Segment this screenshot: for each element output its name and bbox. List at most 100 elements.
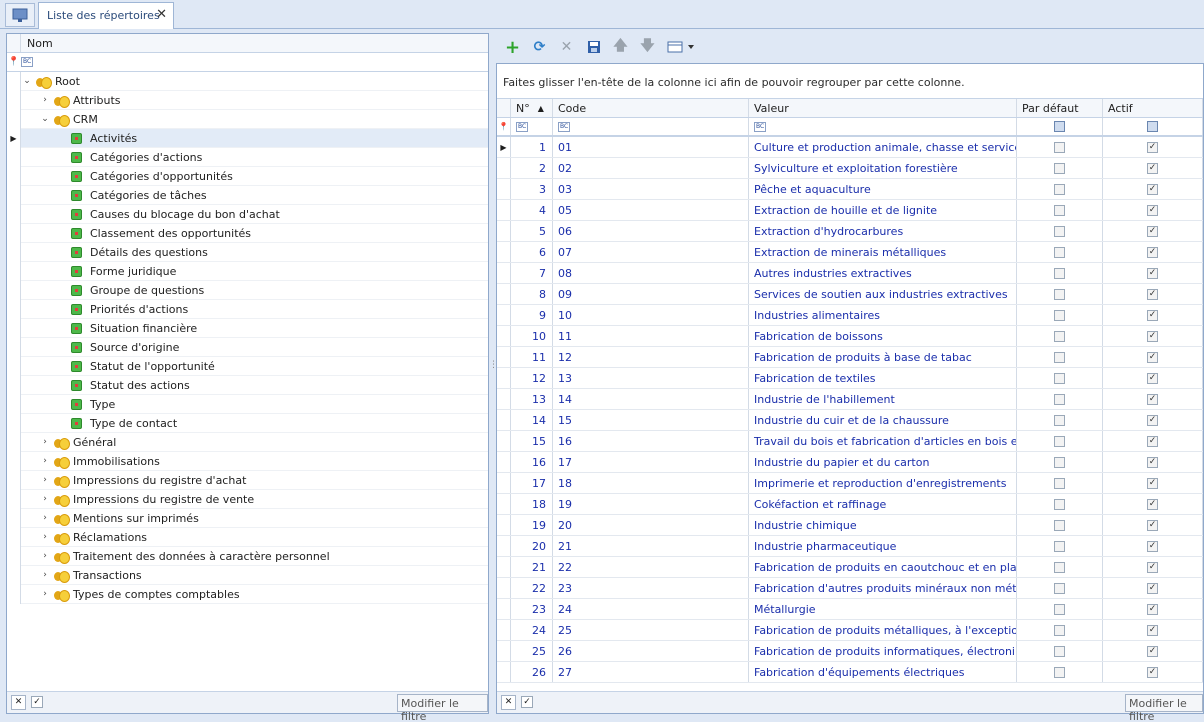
cell-code[interactable]: 22 [553,557,749,577]
par-defaut-checkbox[interactable] [1054,414,1065,426]
chevron-right-icon[interactable]: › [39,437,51,447]
chevron-right-icon[interactable]: › [39,532,51,542]
table-row[interactable]: 22 23 Fabrication d'autres produits minéra… [497,578,1203,599]
par-defaut-checkbox[interactable] [1054,540,1065,552]
cell-numero[interactable]: 1 [511,137,553,157]
column-header-numero[interactable]: N° ▲ [511,99,553,117]
cell-valeur[interactable]: Services de soutien aux industries extra… [749,284,1017,304]
cell-actif[interactable]: ✓ [1103,263,1203,283]
cell-actif[interactable]: ✓ [1103,221,1203,241]
modify-filter-button[interactable]: Modifier le filtre [397,694,488,722]
cell-numero[interactable]: 12 [511,368,553,388]
tree-node[interactable]: Classement des opportunités [7,224,488,243]
tree-node[interactable]: Groupe de questions [7,281,488,300]
tree-node[interactable]: › Mentions sur imprimés [7,509,488,528]
cell-valeur[interactable]: Fabrication de produits en caoutchouc et… [749,557,1017,577]
cell-code[interactable]: 06 [553,221,749,241]
cell-numero[interactable]: 25 [511,641,553,661]
cell-code[interactable]: 07 [553,242,749,262]
cell-code[interactable]: 14 [553,389,749,409]
cell-actif[interactable]: ✓ [1103,326,1203,346]
cell-code[interactable]: 08 [553,263,749,283]
tree-node[interactable]: ▶ Activités [7,129,488,148]
close-icon[interactable]: ✕ [156,7,167,22]
actif-checkbox[interactable]: ✓ [1147,162,1158,174]
cell-valeur[interactable]: Autres industries extractives [749,263,1017,283]
table-row[interactable]: 3 03 Pêche et aquaculture ✓ [497,179,1203,200]
cell-code[interactable]: 23 [553,578,749,598]
cell-par-defaut[interactable] [1017,326,1103,346]
cell-valeur[interactable]: Fabrication de boissons [749,326,1017,346]
tree-node[interactable]: Situation financière [7,319,488,338]
cell-numero[interactable]: 2 [511,158,553,178]
tree-node[interactable]: › Impressions du registre de vente [7,490,488,509]
delete-icon[interactable]: ✕ [558,39,575,56]
table-row[interactable]: 21 22 Fabrication de produits en caoutchou… [497,557,1203,578]
table-row[interactable]: 2 02 Sylviculture et exploitation forestiè… [497,158,1203,179]
cell-par-defaut[interactable] [1017,137,1103,157]
cell-code[interactable]: 15 [553,410,749,430]
cell-code[interactable]: 19 [553,494,749,514]
par-defaut-checkbox[interactable] [1054,225,1065,237]
table-row[interactable]: 8 09 Services de soutien aux industries ex… [497,284,1203,305]
table-row[interactable]: 14 15 Industrie du cuir et de la chaussure… [497,410,1203,431]
tree-node[interactable]: Statut des actions [7,376,488,395]
chevron-right-icon[interactable]: › [39,494,51,504]
chevron-right-icon[interactable]: › [39,551,51,561]
cell-code[interactable]: 25 [553,620,749,640]
tree-node[interactable]: › Traitement des données à caractère pers… [7,547,488,566]
tree-node[interactable]: Statut de l'opportunité [7,357,488,376]
cell-actif[interactable]: ✓ [1103,494,1203,514]
tree-column-name[interactable]: Nom [21,34,53,52]
cell-actif[interactable]: ✓ [1103,242,1203,262]
table-row[interactable]: 19 20 Industrie chimique ✓ [497,515,1203,536]
cell-code[interactable]: 26 [553,641,749,661]
chevron-right-icon[interactable]: › [39,513,51,523]
tab-liste-des-repertoires[interactable]: Liste des répertoires ✕ [38,2,174,29]
filter-actif[interactable] [1103,118,1203,135]
actif-checkbox[interactable]: ✓ [1147,603,1158,615]
splitter-handle[interactable]: ⋮ [489,360,498,370]
tree-node[interactable]: › Réclamations [7,528,488,547]
par-defaut-checkbox[interactable] [1054,456,1065,468]
tree-node[interactable]: Type [7,395,488,414]
cell-valeur[interactable]: Fabrication de produits à base de tabac [749,347,1017,367]
cell-actif[interactable]: ✓ [1103,305,1203,325]
cell-numero[interactable]: 19 [511,515,553,535]
cell-par-defaut[interactable] [1017,431,1103,451]
actif-checkbox[interactable]: ✓ [1147,561,1158,573]
cell-code[interactable]: 17 [553,452,749,472]
actif-checkbox[interactable]: ✓ [1147,309,1158,321]
par-defaut-checkbox[interactable] [1054,435,1065,447]
cell-par-defaut[interactable] [1017,158,1103,178]
cell-numero[interactable]: 26 [511,662,553,682]
actif-checkbox[interactable]: ✓ [1147,204,1158,216]
cell-valeur[interactable]: Fabrication de produits métalliques, à l… [749,620,1017,640]
tree-node[interactable]: Forme juridique [7,262,488,281]
cell-code[interactable]: 05 [553,200,749,220]
cell-actif[interactable]: ✓ [1103,158,1203,178]
cell-actif[interactable]: ✓ [1103,389,1203,409]
cell-actif[interactable]: ✓ [1103,578,1203,598]
table-row[interactable]: 26 27 Fabrication d'équipements électrique… [497,662,1203,683]
table-row[interactable]: 9 10 Industries alimentaires ✓ [497,305,1203,326]
par-defaut-checkbox[interactable] [1054,267,1065,279]
cell-code[interactable]: 03 [553,179,749,199]
cell-par-defaut[interactable] [1017,452,1103,472]
table-row[interactable]: 23 24 Métallurgie ✓ [497,599,1203,620]
cell-code[interactable]: 24 [553,599,749,619]
table-row[interactable]: 20 21 Industrie pharmaceutique ✓ [497,536,1203,557]
screen-icon[interactable] [5,3,35,27]
table-row[interactable]: ▶ 1 01 Culture et production animale, chass… [497,137,1203,158]
cell-code[interactable]: 11 [553,326,749,346]
actif-checkbox[interactable]: ✓ [1147,624,1158,636]
chevron-right-icon[interactable]: › [39,95,51,105]
cell-valeur[interactable]: Industries alimentaires [749,305,1017,325]
cell-numero[interactable]: 8 [511,284,553,304]
cell-actif[interactable]: ✓ [1103,557,1203,577]
actif-checkbox[interactable]: ✓ [1147,540,1158,552]
table-row[interactable]: 13 14 Industrie de l'habillement ✓ [497,389,1203,410]
view-options-icon[interactable] [666,39,696,56]
cell-valeur[interactable]: Industrie de l'habillement [749,389,1017,409]
modify-filter-button[interactable]: Modifier le filtre [1125,694,1203,722]
